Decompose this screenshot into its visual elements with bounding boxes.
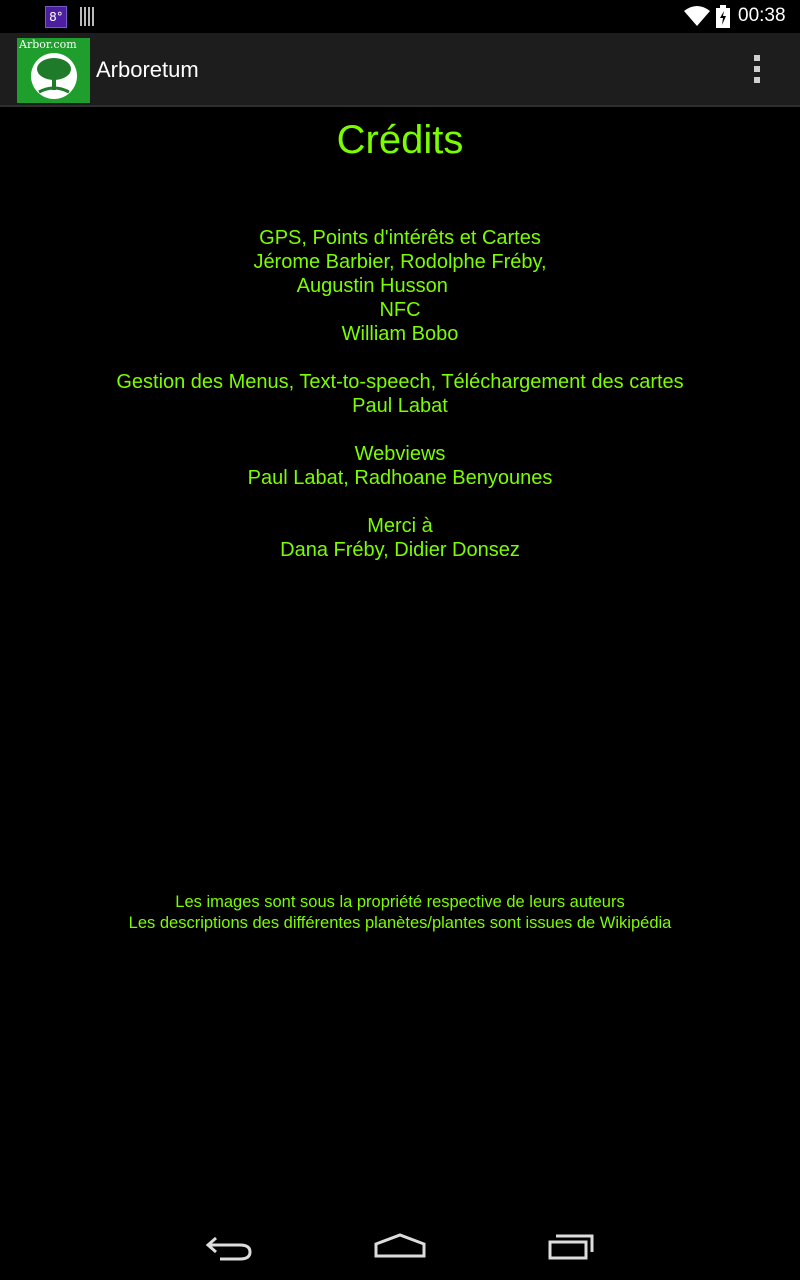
battery-charging-icon	[716, 5, 730, 28]
app-logo[interactable]: Arbor.com	[17, 38, 90, 103]
navigation-bar	[0, 1210, 800, 1280]
page-title: Crédits	[336, 118, 464, 162]
credit-line: GPS, Points d'intérêts et Cartes	[259, 227, 541, 249]
footer-notes: Les images sont sous la propriété respec…	[0, 892, 800, 934]
credit-line: Paul Labat, Radhoane Benyounes	[247, 467, 553, 489]
credit-line: Webviews	[354, 443, 446, 465]
menu-dot	[754, 77, 760, 83]
wifi-icon	[684, 6, 710, 26]
weather-icon: 8°	[45, 6, 67, 28]
credit-line: Augustin Husson	[296, 275, 504, 297]
footer-line: Les descriptions des différentes planète…	[128, 914, 672, 932]
credit-block-gps: GPS, Points d'intérêts et Cartes Jérome …	[0, 226, 800, 346]
barcode-icon	[80, 7, 94, 26]
credits-content: Crédits GPS, Points d'intérêts et Cartes…	[0, 108, 800, 1198]
recent-apps-icon[interactable]	[540, 1222, 600, 1268]
credit-line: Dana Fréby, Didier Donsez	[280, 539, 520, 561]
credit-line: Jérome Barbier, Rodolphe Fréby,	[253, 251, 547, 273]
credit-block-webviews: Webviews Paul Labat, Radhoane Benyounes	[0, 442, 800, 490]
app-logo-text: Arbor.com	[19, 38, 77, 51]
footer-line: Les images sont sous la propriété respec…	[175, 893, 625, 911]
credit-line: William Bobo	[341, 323, 459, 345]
menu-dot	[754, 55, 760, 61]
credit-line: Gestion des Menus, Text-to-speech, Téléc…	[116, 371, 684, 393]
credit-line: Paul Labat	[352, 395, 448, 417]
app-title: Arboretum	[96, 57, 199, 82]
action-bar: Arbor.com Arboretum	[0, 33, 800, 107]
tree-icon	[31, 53, 77, 99]
home-icon[interactable]	[370, 1222, 430, 1268]
credit-line: Merci à	[367, 515, 433, 537]
status-time: 00:38	[738, 5, 786, 26]
menu-dot	[754, 66, 760, 72]
credit-line: NFC	[379, 299, 421, 321]
back-icon[interactable]	[200, 1222, 260, 1268]
status-bar: 8° 00:38	[0, 0, 800, 33]
credit-block-menus: Gestion des Menus, Text-to-speech, Téléc…	[0, 370, 800, 418]
credit-block-thanks: Merci à Dana Fréby, Didier Donsez	[0, 514, 800, 562]
overflow-menu-icon[interactable]	[742, 47, 772, 91]
